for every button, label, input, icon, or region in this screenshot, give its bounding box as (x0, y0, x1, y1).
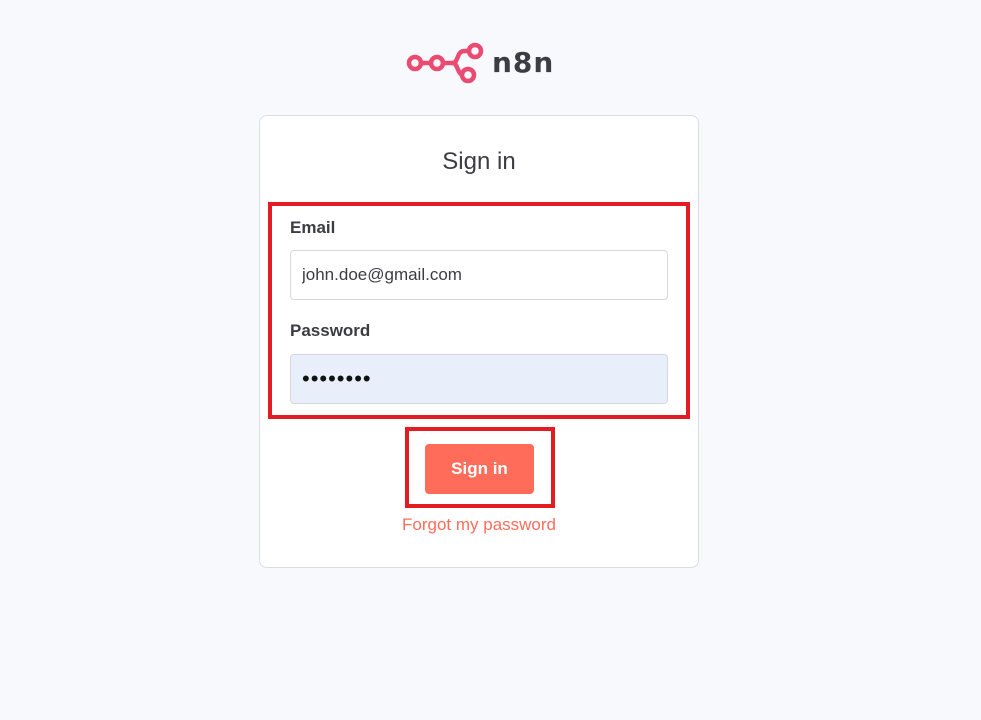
password-field[interactable] (290, 354, 668, 404)
brand-name: n8n (492, 46, 555, 79)
sign-in-button[interactable]: Sign in (425, 444, 534, 494)
signin-card: Sign in Email Password Sign in Forgot my… (259, 115, 699, 568)
password-label: Password (290, 321, 371, 340)
n8n-logo-icon (406, 42, 484, 84)
email-field[interactable] (290, 250, 668, 300)
forgot-password-link[interactable]: Forgot my password (260, 515, 698, 535)
brand-logo: n8n (406, 42, 554, 84)
email-label: Email (290, 218, 336, 237)
page-title: Sign in (442, 148, 516, 175)
